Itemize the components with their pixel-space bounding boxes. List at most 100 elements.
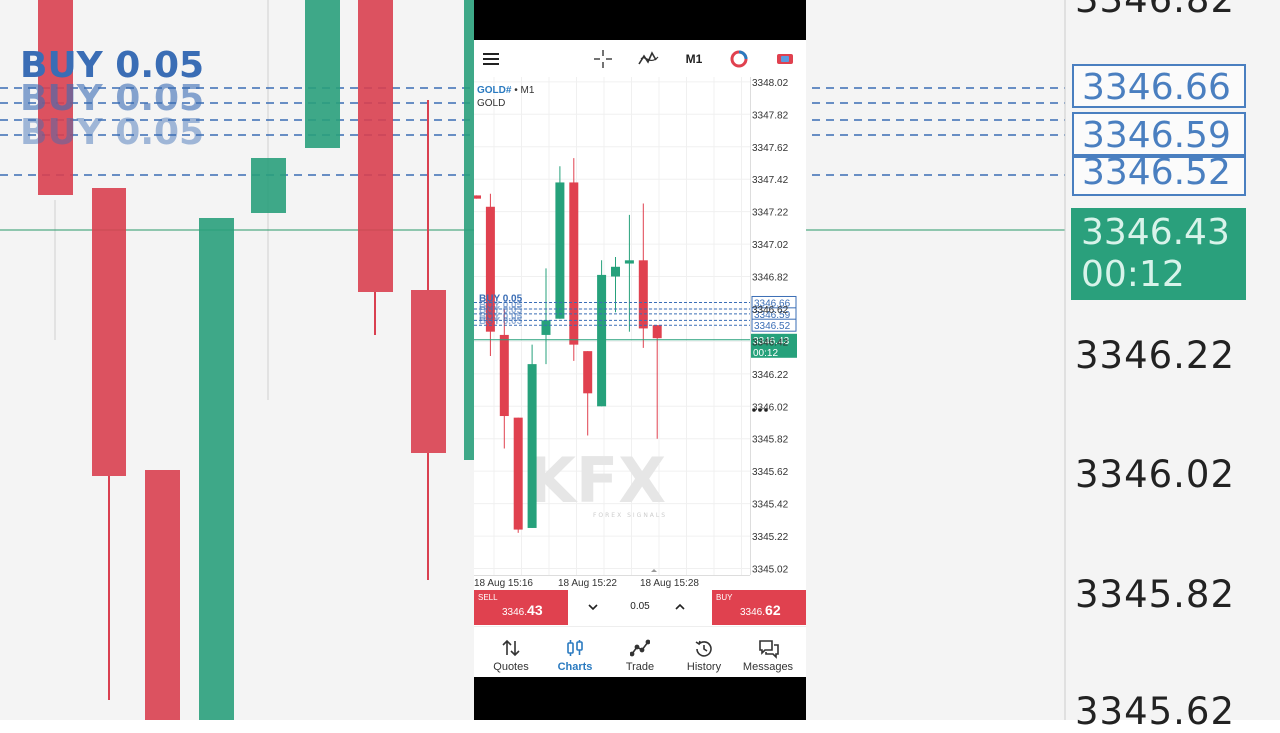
candle <box>652 325 662 439</box>
watermark-text: KFX <box>528 444 666 517</box>
nav-history[interactable]: History <box>671 627 737 677</box>
background-order-box-3: 3346.52 <box>1072 155 1246 196</box>
sell-price-big: 43 <box>527 602 543 618</box>
nav-charts-label: Charts <box>557 661 593 673</box>
candle <box>485 193 495 357</box>
background-price-top: 3346.82 <box>1075 0 1235 21</box>
volume-decrease-icon[interactable] <box>586 600 600 619</box>
candle-body <box>638 260 648 329</box>
background-order-box-1: 3346.66 <box>1072 64 1246 108</box>
menu-icon[interactable] <box>480 48 502 70</box>
timeframe-button[interactable]: M1 <box>680 48 708 70</box>
symbol-header: GOLD# • M1 <box>477 85 534 96</box>
price-tick-label: 3347.82 <box>752 110 789 121</box>
symbol-timeframe: • M1 <box>511 85 535 96</box>
price-tick-label: 3345.62 <box>752 467 789 478</box>
sell-price-main: 3346. <box>502 607 528 618</box>
candle-body <box>624 260 634 264</box>
price-tick-label: 3347.02 <box>752 240 789 251</box>
nav-charts[interactable]: Charts <box>542 627 608 677</box>
nav-messages-label: Messages <box>742 661 794 673</box>
candle-body <box>555 182 565 319</box>
candle <box>474 195 481 199</box>
chart-toolbar: M1 <box>474 40 806 77</box>
sell-label: SELL <box>478 593 498 602</box>
buy-price-big: 62 <box>765 602 781 618</box>
candle <box>597 260 607 407</box>
candle <box>569 158 579 361</box>
price-tick-label: 3346.42 <box>752 337 789 348</box>
one-click-icon[interactable] <box>728 48 750 70</box>
trade-nav-icon <box>630 639 650 657</box>
price-tick-label: 3347.22 <box>752 208 789 219</box>
more-options-icon[interactable] <box>750 399 774 412</box>
time-tick-label: 18 Aug 15:28 <box>640 578 699 589</box>
candle <box>611 257 620 313</box>
symbol-name: GOLD# <box>477 85 512 96</box>
buy-label: BUY <box>716 593 733 602</box>
sell-button[interactable]: SELL 3346.43 <box>474 590 568 625</box>
background-order-label-3: BUY 0.05 <box>20 112 205 153</box>
buy-button[interactable]: BUY 3346.62 <box>712 590 806 625</box>
price-chart[interactable]: KFX FOREX SIGNALS BUY 0.05 BUY 0.05 BUY 0.… <box>474 77 806 625</box>
price-tick-label: 3346.22 <box>752 370 789 381</box>
background-countdown: 00:12 <box>1081 254 1185 295</box>
order-price-label: 3346.52 <box>754 321 791 332</box>
symbol-description: GOLD <box>477 98 506 109</box>
bar-countdown-label: 00:12 <box>753 348 778 359</box>
candle-body <box>499 334 509 417</box>
buy-price: 3346.62 <box>740 602 781 618</box>
phone-frame: M1 KFX FOREX SIGNALS BUY 0.05 BUY 0.05 BUY… <box>474 0 806 720</box>
candle-body <box>583 351 593 394</box>
price-tick-label: 3345.02 <box>752 565 789 576</box>
candle <box>638 203 648 348</box>
buy-price-main: 3346. <box>740 607 766 618</box>
nav-trade[interactable]: Trade <box>607 627 673 677</box>
messages-icon <box>759 640 779 659</box>
background-current-price-value: 3346.43 <box>1081 212 1230 253</box>
watermark-subtext: FOREX SIGNALS <box>593 512 667 519</box>
price-tick-label: 3347.62 <box>752 143 789 154</box>
background-price-2: 3346.02 <box>1075 453 1236 496</box>
price-tick-label: 3346.62 <box>752 305 789 316</box>
candle <box>513 417 523 533</box>
crosshair-icon[interactable] <box>592 48 614 70</box>
price-tick-label: 3347.42 <box>752 175 789 186</box>
trade-icon[interactable] <box>774 48 796 70</box>
sell-price: 3346.43 <box>502 602 543 618</box>
background-order-box-2: 3346.59 <box>1072 112 1246 156</box>
nav-quotes[interactable]: Quotes <box>478 627 544 677</box>
candle <box>527 344 537 528</box>
nav-quotes-label: Quotes <box>493 661 529 673</box>
price-tick-label: 3345.42 <box>752 500 789 511</box>
candle-body <box>527 364 537 528</box>
volume-value[interactable]: 0.05 <box>620 601 660 612</box>
candle-body <box>513 417 523 530</box>
quotes-icon <box>502 639 520 657</box>
background-price-4: 3345.62 <box>1075 690 1236 733</box>
price-tick-label: 3345.82 <box>752 435 789 446</box>
one-click-trading-panel: SELL 3346.43 0.05 BUY 3346.62 <box>474 590 806 625</box>
chart-canvas[interactable]: KFX FOREX SIGNALS BUY 0.05BUY 0.05BUY 0.… <box>474 77 806 625</box>
volume-control: 0.05 <box>568 590 712 625</box>
background-price-3: 3345.82 <box>1075 573 1236 616</box>
candle <box>583 351 593 436</box>
nav-history-label: History <box>686 661 722 673</box>
bottom-navigation: Quotes Charts Trade History Messages <box>474 626 806 677</box>
candle <box>555 166 565 319</box>
price-tick-label: 3348.02 <box>752 78 789 89</box>
nav-trade-label: Trade <box>625 661 655 673</box>
price-tick-label: 3345.22 <box>752 532 789 543</box>
indicators-icon[interactable] <box>637 48 661 70</box>
candle-body <box>597 274 607 407</box>
candle <box>499 308 509 449</box>
volume-increase-icon[interactable] <box>673 600 687 619</box>
background-price-1: 3346.22 <box>1075 334 1236 377</box>
nav-messages[interactable]: Messages <box>735 627 801 677</box>
time-tick-label: 18 Aug 15:16 <box>474 578 533 589</box>
background-current-price: 3346.43 00:12 <box>1071 208 1246 300</box>
history-icon <box>695 640 712 657</box>
watermark-logo: KFX FOREX SIGNALS <box>528 444 667 519</box>
price-tick-label: 3346.82 <box>752 273 789 284</box>
charts-icon <box>567 640 583 656</box>
